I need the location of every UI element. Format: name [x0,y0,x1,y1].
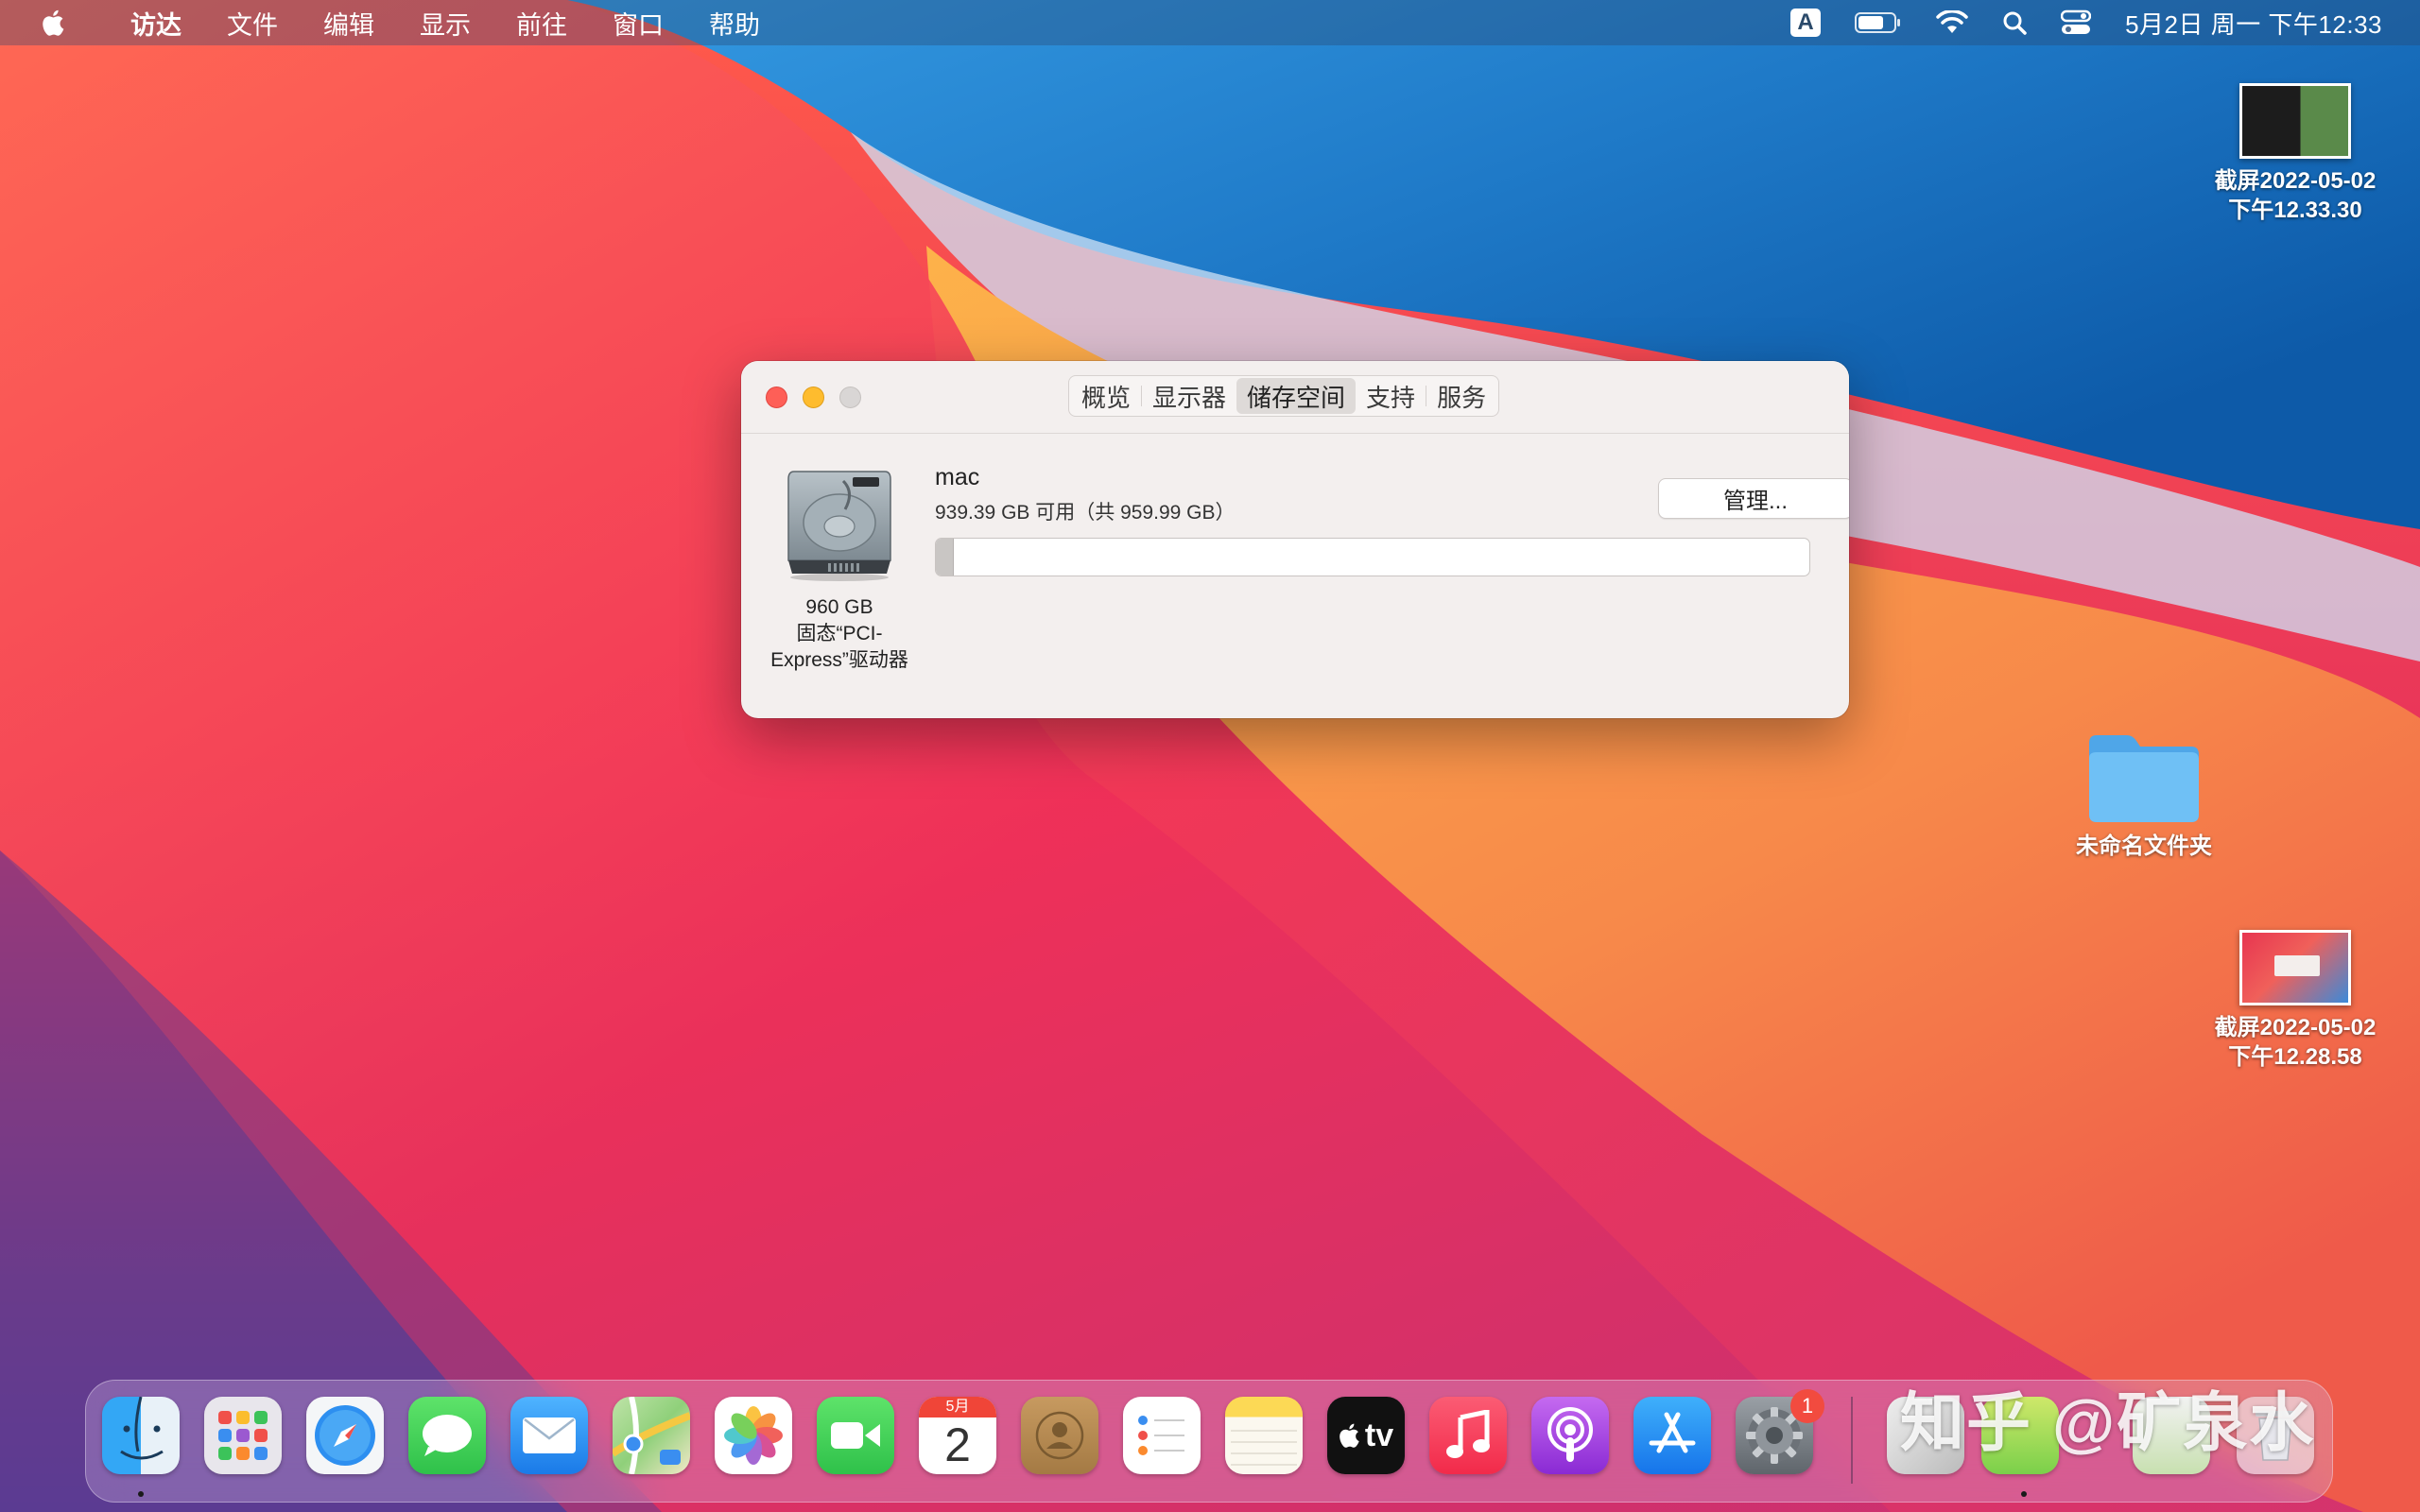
desktop-screenshot-1[interactable]: 截屏2022-05-02 下午12.33.30 [2191,83,2399,225]
drive-type: 固态“PCI- [796,623,883,644]
menu-go[interactable]: 前往 [493,0,590,45]
storage-usage-bar [935,538,1810,576]
dock-music-icon[interactable] [1429,1397,1507,1474]
dock-reminders-icon[interactable] [1123,1397,1201,1474]
tab-storage[interactable]: 储存空间 [1236,378,1357,414]
dock-mail-icon[interactable] [510,1397,588,1474]
close-button[interactable] [766,387,787,408]
dock-launchpad-icon[interactable] [204,1397,282,1474]
tab-support[interactable]: 支持 [1356,378,1426,414]
hard-drive-icon [787,471,891,581]
dock-divider [1851,1397,1853,1484]
dock-finder-icon[interactable] [102,1397,180,1474]
dock-contacts-icon[interactable] [1021,1397,1098,1474]
zoom-button[interactable] [839,387,861,408]
menu-view[interactable]: 显示 [397,0,493,45]
desktop-item-label: 截屏2022-05-02 [2214,168,2377,194]
desktop-item-label: 下午12.28.58 [2228,1044,2362,1070]
drive-type: Express”驱动器 [770,649,908,671]
dock-maps-icon[interactable] [613,1397,690,1474]
wifi-icon[interactable] [1936,10,1968,35]
menu-window[interactable]: 窗口 [590,0,686,45]
storage-panel: 960 GB 固态“PCI- Express”驱动器 mac 939.39 GB… [741,434,1849,717]
menu-file[interactable]: 文件 [204,0,301,45]
tv-label: tv [1364,1417,1394,1453]
dock-notes-icon[interactable] [1225,1397,1303,1474]
desktop-screenshot-2[interactable]: 截屏2022-05-02 下午12.28.58 [2191,930,2399,1072]
dock-app-store-icon[interactable] [1634,1397,1711,1474]
desktop-wallpaper [0,0,2420,1512]
watermark-text: 知乎 @矿泉水 [1900,1387,2316,1459]
volume-availability: 939.39 GB 可用（共 959.99 GB） [935,502,1236,524]
dock-messages-icon[interactable] [408,1397,486,1474]
screenshot-thumbnail-icon [2239,930,2351,1005]
dock-podcasts-icon[interactable] [1531,1397,1609,1474]
screenshot-thumbnail-icon [2239,83,2351,159]
about-this-mac-window: 概览 显示器 储存空间 支持 服务 960 GB 固态“PCI- Express… [741,361,1849,718]
menu-clock[interactable]: 5月2日 周一 下午12:33 [2125,6,2382,41]
dock-calendar-icon[interactable]: 5月 2 [919,1397,996,1474]
dock-running-indicator [138,1491,144,1497]
volume-name: mac [935,464,980,490]
calendar-day: 2 [944,1418,971,1471]
window-titlebar: 概览 显示器 储存空间 支持 服务 [741,361,1849,434]
calendar-month: 5月 [919,1397,996,1418]
dock-running-indicator [2021,1491,2027,1497]
manage-button[interactable]: 管理... [1658,478,1849,519]
control-center-icon[interactable] [2061,9,2092,36]
tab-displays[interactable]: 显示器 [1142,378,1236,414]
desktop-item-label: 未命名文件夹 [2076,833,2212,859]
desktop-folder[interactable]: 未命名文件夹 [2059,730,2229,861]
desktop-item-label: 截屏2022-05-02 [2214,1015,2377,1040]
tab-overview[interactable]: 概览 [1071,378,1141,414]
dock-safari-icon[interactable] [306,1397,384,1474]
dock-tv-icon[interactable]: tv [1327,1397,1405,1474]
battery-icon[interactable] [1855,11,1902,34]
drive-caption: 960 GB 固态“PCI- Express”驱动器 [754,594,925,674]
folder-icon [2089,735,2199,822]
dock-facetime-icon[interactable] [817,1397,894,1474]
tab-service[interactable]: 服务 [1426,378,1496,414]
menu-help[interactable]: 帮助 [686,0,783,45]
storage-used-segment [936,539,955,576]
dock-photos-icon[interactable] [715,1397,792,1474]
notification-badge: 1 [1790,1389,1824,1423]
apple-menu-icon[interactable] [40,8,70,38]
segmented-tabs: 概览 显示器 储存空间 支持 服务 [1068,375,1500,417]
menu-edit[interactable]: 编辑 [301,0,397,45]
search-icon[interactable] [2002,10,2027,35]
minimize-button[interactable] [803,387,824,408]
drive-size: 960 GB [805,596,873,618]
menu-finder[interactable]: 访达 [108,0,204,45]
desktop-item-label: 下午12.33.30 [2228,198,2362,223]
menu-bar: 访达 文件 编辑 显示 前往 窗口 帮助 A 5月2日 周一 下午12:33 [0,0,2420,45]
input-method-icon[interactable]: A [1790,9,1822,37]
